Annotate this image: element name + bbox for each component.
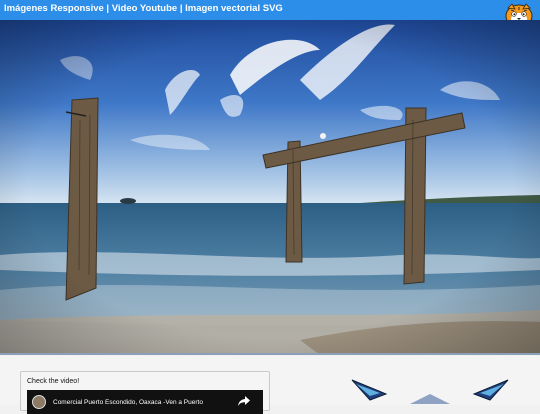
- share-icon[interactable]: [237, 395, 251, 407]
- beach-pier-photo: [0, 20, 540, 355]
- header-title[interactable]: Imágenes Responsive | Video Youtube | Im…: [4, 0, 283, 18]
- responsive-hero-image: [0, 20, 540, 355]
- video-card: Check the video! Comercial Puerto Escond…: [20, 371, 270, 414]
- blue-wing-vector-icon: [351, 379, 509, 404]
- video-card-label: Check the video!: [27, 378, 80, 385]
- youtube-player[interactable]: Comercial Puerto Escondido, Oaxaca -Ven …: [27, 390, 263, 414]
- header-bar: Imágenes Responsive | Video Youtube | Im…: [0, 0, 540, 28]
- channel-avatar[interactable]: [32, 395, 46, 409]
